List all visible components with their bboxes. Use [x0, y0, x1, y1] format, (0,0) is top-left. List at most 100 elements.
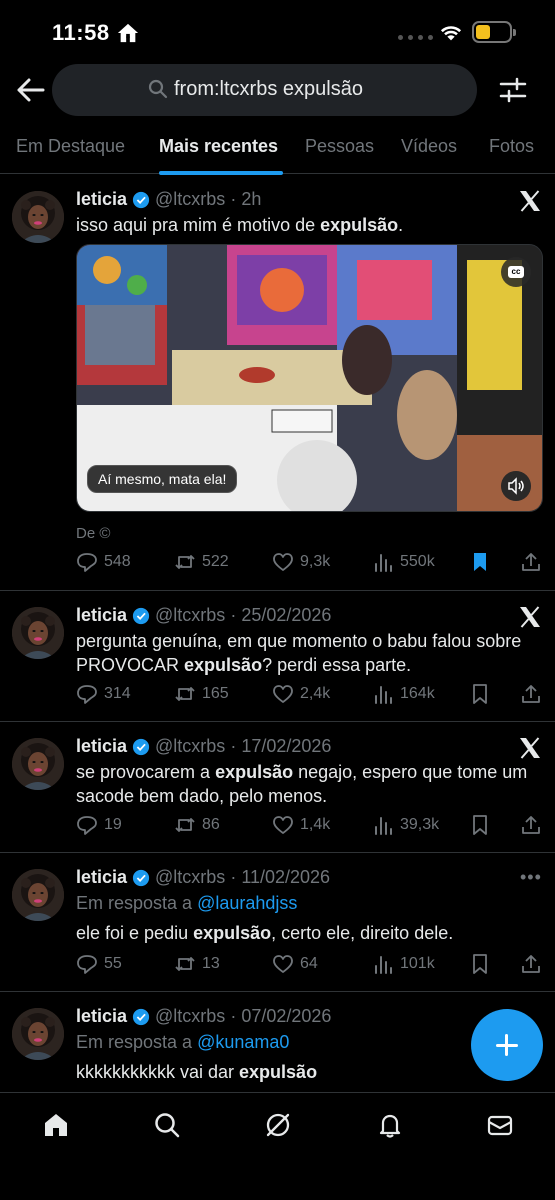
reply-mention-link[interactable]: @kunama0 [197, 1032, 289, 1052]
tweet-video[interactable]: cc Aí mesmo, mata ela! [76, 244, 543, 512]
reply-button[interactable]: 548 [76, 551, 131, 573]
tab-mais-recentes[interactable]: Mais recentes [159, 136, 278, 157]
tweet-text: se provocarem a expulsão negajo, espero … [76, 762, 528, 806]
views-icon [375, 686, 392, 704]
avatar[interactable] [12, 191, 64, 243]
author-name[interactable]: leticia [76, 1006, 127, 1027]
retweet-count: 522 [202, 553, 229, 570]
search-input[interactable]: from:ltcxrbs expulsão [52, 64, 477, 116]
share-icon[interactable] [520, 814, 542, 836]
tweet-header: leticia @ltcxrbs · 11/02/2026 [76, 867, 331, 888]
notifications-icon[interactable] [376, 1111, 404, 1139]
retweet-button[interactable]: 165 [174, 683, 229, 705]
reply-icon [77, 955, 97, 974]
retweet-icon [175, 957, 195, 971]
back-arrow-icon[interactable] [16, 77, 46, 103]
bookmark-icon[interactable] [469, 683, 491, 705]
reply-icon [77, 553, 97, 572]
like-icon [273, 816, 293, 834]
like-count: 64 [300, 955, 318, 972]
like-icon [273, 553, 293, 571]
verified-badge-icon [132, 607, 150, 624]
bookmark-icon[interactable] [469, 953, 491, 975]
volume-icon[interactable] [501, 471, 531, 501]
retweet-icon [175, 555, 195, 569]
x-logo-icon[interactable] [518, 189, 542, 213]
retweet-count: 86 [202, 816, 220, 833]
views-button[interactable]: 39,3k [372, 814, 439, 836]
status-bar: 11:58 [0, 0, 555, 62]
retweet-button[interactable]: 13 [174, 953, 220, 975]
reply-button[interactable]: 55 [76, 953, 122, 975]
home-icon[interactable] [42, 1111, 70, 1139]
author-handle: @ltcxrbs [155, 736, 226, 756]
reply-count: 19 [104, 816, 122, 833]
like-button[interactable]: 1,4k [272, 814, 330, 836]
tweet-item[interactable]: leticia @ltcxrbs · 11/02/2026 ••• Em res… [0, 853, 555, 992]
tweet-item[interactable]: leticia @ltcxrbs · 25/02/2026 pergunta g… [0, 591, 555, 722]
search-tabs: Em Destaque Mais recentes Pessoas Vídeos… [0, 122, 555, 175]
avatar[interactable] [12, 869, 64, 921]
reply-button[interactable]: 19 [76, 814, 122, 836]
avatar[interactable] [12, 1008, 64, 1060]
author-name[interactable]: leticia [76, 867, 127, 888]
x-logo-icon[interactable] [518, 605, 542, 629]
tweet-header: leticia @ltcxrbs · 2h [76, 189, 262, 210]
verified-badge-icon [132, 869, 150, 886]
views-count: 550k [400, 553, 435, 570]
reply-context: Em resposta a @laurahdjss [76, 893, 298, 913]
views-button[interactable]: 164k [372, 683, 435, 705]
search-icon[interactable] [153, 1111, 181, 1139]
like-count: 1,4k [300, 816, 331, 833]
tab-em-destaque[interactable]: Em Destaque [16, 136, 125, 157]
tab-videos[interactable]: Vídeos [401, 136, 457, 157]
share-icon[interactable] [520, 683, 542, 705]
tweet-item[interactable]: leticia @ltcxrbs · 17/02/2026 se provoca… [0, 722, 555, 853]
x-logo-icon[interactable] [518, 736, 542, 760]
views-button[interactable]: 550k [372, 551, 435, 573]
reply-mention-link[interactable]: @laurahdjss [197, 893, 297, 913]
avatar[interactable] [12, 738, 64, 790]
compose-button[interactable] [471, 1009, 543, 1081]
like-button[interactable]: 9,3k [272, 551, 330, 573]
tab-pessoas[interactable]: Pessoas [305, 136, 374, 157]
bottom-nav [0, 1092, 555, 1200]
grok-icon[interactable] [264, 1111, 292, 1139]
bookmark-icon[interactable] [469, 814, 491, 836]
verified-badge-icon [132, 191, 150, 208]
captions-button[interactable]: cc [501, 257, 531, 287]
share-icon[interactable] [520, 551, 542, 573]
bookmark-icon[interactable] [469, 551, 491, 573]
avatar[interactable] [12, 607, 64, 659]
like-button[interactable]: 2,4k [272, 683, 330, 705]
tweet-text: pergunta genuína, em que momento o babu … [76, 631, 522, 675]
reply-count: 55 [104, 955, 122, 972]
retweet-icon [175, 818, 195, 832]
author-name[interactable]: leticia [76, 189, 127, 210]
tweet-item[interactable]: leticia @ltcxrbs · 2h isso aqui pra mim … [0, 175, 555, 591]
messages-icon[interactable] [486, 1111, 514, 1139]
views-button[interactable]: 101k [372, 953, 435, 975]
share-icon[interactable] [520, 953, 542, 975]
status-time: 11:58 [52, 20, 110, 45]
reply-button[interactable]: 314 [76, 683, 131, 705]
author-name[interactable]: leticia [76, 736, 127, 757]
tweet-actions: 19 86 1,4k 39,3k [76, 814, 546, 840]
retweet-button[interactable]: 86 [174, 814, 220, 836]
filter-sliders-icon[interactable] [498, 76, 528, 104]
tweet-actions: 314 165 2,4k 164k [76, 683, 546, 709]
retweet-icon [175, 687, 195, 701]
author-name[interactable]: leticia [76, 605, 127, 626]
tab-fotos[interactable]: Fotos [489, 136, 534, 157]
like-icon [273, 955, 293, 973]
views-count: 164k [400, 685, 435, 702]
retweet-button[interactable]: 522 [174, 551, 229, 573]
video-caption: Aí mesmo, mata ela! [87, 465, 238, 493]
views-count: 39,3k [400, 816, 440, 833]
tweet-header: leticia @ltcxrbs · 25/02/2026 [76, 605, 332, 626]
reply-context: Em resposta a @kunama0 [76, 1032, 290, 1052]
tweet-text: ele foi e pediu expulsão, certo ele, dir… [76, 923, 454, 943]
more-options-icon[interactable]: ••• [520, 867, 542, 888]
tweet-time: 07/02/2026 [241, 1006, 332, 1026]
like-button[interactable]: 64 [272, 953, 318, 975]
